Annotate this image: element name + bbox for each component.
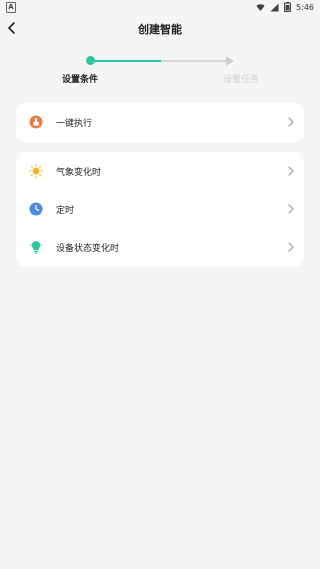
condition-label: 气象变化时 — [56, 168, 102, 178]
step-2-label: 设置任务 — [223, 75, 260, 85]
signal-icon — [270, 2, 279, 12]
step-1-label: 设置条件 — [62, 75, 99, 85]
step-2-arrow-icon — [226, 55, 234, 66]
step-progress-line-active — [95, 59, 161, 62]
condition-row-weather[interactable]: 气象变化时 — [16, 152, 304, 190]
condition-label: 设备状态变化时 — [56, 244, 120, 254]
chevron-right-icon — [288, 242, 294, 252]
status-right: 5:46 — [256, 1, 314, 13]
sun-icon — [29, 164, 43, 178]
condition-row-device-state[interactable]: 设备状态变化时 — [16, 228, 304, 266]
chevron-right-icon — [288, 117, 294, 127]
wifi-icon — [256, 3, 265, 11]
condition-label: 定时 — [56, 206, 75, 216]
status-time: 5:46 — [296, 2, 314, 12]
auto-trigger-card: 气象变化时 定时 设备状态变化时 — [16, 152, 304, 267]
chevron-right-icon — [288, 204, 294, 214]
clock-icon — [29, 202, 43, 216]
header: 创建智能 — [0, 14, 320, 42]
manual-trigger-card: 一键执行 — [16, 103, 304, 142]
battery-icon — [284, 2, 292, 12]
notification-app-icon: A — [6, 2, 16, 13]
condition-row-timer[interactable]: 定时 — [16, 190, 304, 228]
condition-row-one-click[interactable]: 一键执行 — [16, 103, 304, 141]
bulb-icon — [29, 241, 43, 254]
progress-stepper: 设置条件 设置任务 — [0, 52, 320, 86]
chevron-right-icon — [288, 166, 294, 176]
status-bar: A 5:46 — [0, 0, 320, 14]
page-title: 创建智能 — [138, 23, 182, 36]
hand-tap-icon — [29, 115, 43, 129]
step-1-indicator — [86, 56, 95, 65]
step-progress-line-inactive — [161, 59, 227, 62]
condition-label: 一键执行 — [56, 119, 93, 129]
